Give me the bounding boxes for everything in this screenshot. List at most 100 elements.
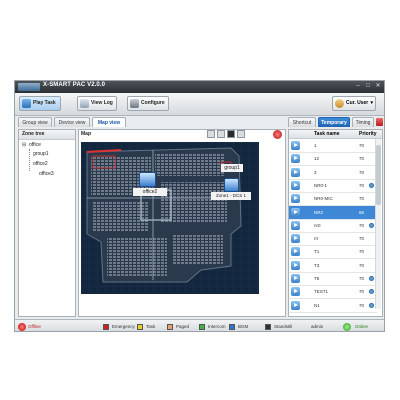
offline-icon: [18, 323, 26, 331]
zone-tree-panel: Zone tree ⊟ office group1 office2 office…: [18, 129, 76, 317]
task-row[interactable]: 3 70: [289, 166, 377, 180]
task-name: 3: [314, 169, 317, 175]
play-task-button[interactable]: Play Task: [19, 96, 61, 111]
view-tabs: Group view Device view Map view Shortcut…: [15, 117, 384, 127]
alarm-icon[interactable]: [273, 130, 282, 139]
tab-group-view[interactable]: Group view: [18, 117, 52, 127]
user-menu-button[interactable]: Cur. User ▾: [332, 96, 376, 111]
task-name: T1: [314, 249, 320, 255]
task-row[interactable]: T3 70: [289, 259, 377, 273]
tab-timing[interactable]: Timing: [352, 117, 374, 127]
current-user: admin: [311, 324, 324, 329]
task-priority: 70: [359, 182, 365, 188]
task-priority: 70: [359, 249, 365, 255]
task-scrollbar[interactable]: [375, 139, 381, 309]
speaker-device-icon[interactable]: [139, 172, 156, 187]
play-task-icon[interactable]: [291, 180, 300, 190]
task-row[interactable]: T1 70: [289, 245, 377, 260]
tree-connector: [29, 149, 31, 171]
app-title: X-SMART PAC V2.0.0: [43, 82, 106, 88]
task-row[interactable]: rrr 70: [289, 232, 377, 247]
tab-shortcut[interactable]: Shortcut: [288, 117, 316, 127]
legend-label: Paged: [176, 324, 190, 329]
play-task-icon[interactable]: [291, 234, 300, 244]
zone-tree-title: Zone tree: [19, 130, 75, 140]
scrollbar-thumb[interactable]: [376, 145, 381, 205]
task-priority: 70: [359, 169, 365, 175]
tab-map-view[interactable]: Map view: [92, 117, 126, 127]
task-priority: 70: [359, 222, 365, 228]
tab-temporary[interactable]: Temporary: [318, 117, 350, 127]
maximize-icon[interactable]: □: [364, 83, 372, 90]
task-name: T3: [314, 262, 320, 268]
task-name: N1: [314, 302, 320, 308]
tab-device-view[interactable]: Device view: [54, 117, 90, 127]
online-icon: [343, 323, 351, 331]
task-row[interactable]: T6 70: [289, 272, 377, 286]
task-priority: 70: [359, 262, 365, 268]
task-status-icon: [369, 302, 374, 308]
map-title: Map: [81, 131, 91, 137]
play-task-icon[interactable]: [291, 154, 300, 164]
zoom-out-icon[interactable]: [217, 130, 225, 138]
task-priority: 65: [359, 209, 365, 215]
task-status-icon: [369, 289, 374, 295]
device-label-zone1: Zone1 - DCS 1: [211, 192, 251, 200]
tree-item-office2[interactable]: office2: [33, 161, 48, 168]
close-icon[interactable]: ✕: [374, 83, 382, 90]
play-task-icon[interactable]: [291, 247, 300, 257]
configure-button[interactable]: Configure: [127, 96, 169, 111]
task-row[interactable]: 12 70: [289, 152, 377, 167]
online-status: Online: [355, 324, 369, 329]
task-row[interactable]: 1 70: [289, 139, 377, 153]
log-icon: [80, 99, 89, 108]
task-row[interactable]: N1 70: [289, 299, 377, 313]
zone-device-icon[interactable]: [224, 178, 239, 192]
offline-status: Offline: [28, 324, 41, 329]
play-task-icon[interactable]: [291, 287, 300, 297]
task-priority: 70: [359, 196, 365, 202]
task-name: rrr: [314, 236, 319, 242]
title-bar: X-SMART PAC V2.0.0 – □ ✕: [15, 81, 384, 93]
task-panel: Task name Priority 1 70 12 70 3 70 NR0-1 70 NR0-…: [288, 129, 383, 317]
task-row[interactable]: NR2 65: [289, 205, 377, 220]
task-name: NR2: [314, 209, 324, 215]
legend-label: Standstill: [274, 324, 293, 329]
tree-item-office[interactable]: office: [29, 142, 41, 149]
edit-map-icon[interactable]: [237, 130, 245, 138]
fit-map-icon[interactable]: [227, 130, 235, 138]
chevron-down-icon: ▾: [370, 100, 373, 106]
play-task-icon[interactable]: [291, 194, 300, 204]
play-task-icon[interactable]: [291, 141, 300, 150]
legend-swatch: [229, 324, 235, 330]
task-row[interactable]: TEST1 70: [289, 285, 377, 300]
task-status-icon: [369, 182, 374, 188]
task-status-icon: [369, 222, 374, 228]
play-task-icon[interactable]: [291, 260, 300, 270]
play-task-icon[interactable]: [291, 167, 300, 177]
task-row[interactable]: nr0 70: [289, 219, 377, 233]
task-priority: 70: [359, 156, 365, 162]
floor-plan-canvas[interactable]: office2 group1 Zone1 - DCS 1: [81, 142, 259, 294]
tree-item-office3[interactable]: office3: [39, 171, 54, 178]
legend-swatch: [103, 324, 109, 330]
tree-toggle-icon[interactable]: ⊟: [22, 142, 26, 149]
tree-item-group1[interactable]: group1: [33, 151, 49, 158]
panel-close-icon[interactable]: [376, 118, 383, 126]
legend-label: Task: [146, 324, 156, 329]
play-task-icon[interactable]: [291, 300, 300, 310]
view-log-button[interactable]: View Log: [77, 96, 117, 111]
task-row[interactable]: NR0-1 70: [289, 179, 377, 193]
play-task-icon[interactable]: [291, 274, 300, 283]
play-icon: [22, 99, 31, 108]
map-panel: Map office2 group1 Zone1 - DCS 1: [78, 129, 286, 317]
device-label-office2: office2: [133, 188, 167, 196]
task-name: 1: [314, 143, 317, 148]
task-row[interactable]: NR0-MIC 70: [289, 192, 377, 207]
zoom-in-icon[interactable]: [207, 130, 215, 138]
play-task-icon[interactable]: [291, 207, 300, 217]
task-status-icon: [369, 276, 374, 281]
play-task-icon[interactable]: [291, 220, 300, 230]
minimize-icon[interactable]: –: [354, 83, 362, 90]
task-name: nr0: [314, 222, 321, 228]
